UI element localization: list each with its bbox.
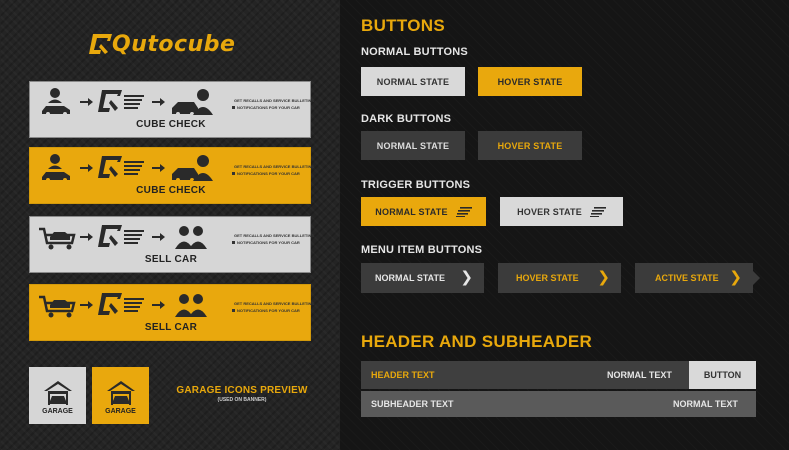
card-notes: GET RECALLS AND SERVICE BULLETINS NOTIFI… [232, 97, 315, 111]
sell-car-flow-icon [39, 225, 207, 250]
trigger-button-label: NORMAL STATE [375, 206, 448, 217]
trigger-button-label: HOVER STATE [517, 206, 582, 217]
trigger-button-normal-state[interactable]: NORMAL STATE [361, 197, 486, 226]
subheader-text: SUBHEADER TEXT [371, 399, 454, 409]
header-row: HEADER TEXT NORMAL TEXT BUTTON [361, 361, 756, 389]
dark-button-hover-state[interactable]: HOVER STATE [478, 131, 582, 160]
garage-preview-subheading: (USED ON BANNER) [217, 397, 267, 403]
menu-item-label: ACTIVE STATE [655, 273, 719, 283]
normal-button-normal-state[interactable]: NORMAL STATE [361, 67, 465, 96]
trigger-buttons-heading: TRIGGER BUTTONS [361, 179, 471, 191]
garage-icon-label: GARAGE [42, 408, 73, 415]
card-note: GET RECALLS AND SERVICE BULLETINS [234, 233, 315, 238]
normal-buttons-heading: NORMAL BUTTONS [361, 46, 468, 58]
menu-item-buttons-heading: MENU ITEM BUTTONS [361, 244, 483, 256]
dark-button-normal-state[interactable]: NORMAL STATE [361, 131, 465, 160]
left-panel: Qutocube GET RECALLS AND SERVICE BULLETI… [0, 0, 340, 450]
cube-check-card-orange[interactable]: GET RECALLS AND SERVICE BULLETINS NOTIFI… [29, 147, 315, 204]
menu-item-label: HOVER STATE [516, 273, 579, 283]
card-notes: GET RECALLS AND SERVICE BULLETINS NOTIFI… [232, 232, 315, 246]
logo-wordmark: Qutocube [112, 31, 236, 57]
header-text: HEADER TEXT [371, 370, 435, 380]
card-note: GET RECALLS AND SERVICE BULLETINS [234, 164, 315, 169]
garage-icon-label: GARAGE [105, 408, 136, 415]
card-label: SELL CAR [144, 254, 198, 265]
card-label: CUBE CHECK [136, 185, 206, 196]
card-label: SELL CAR [144, 322, 198, 333]
cube-check-flow-icon [42, 88, 213, 116]
chevron-right-icon: ❯ [729, 268, 742, 286]
autocube-logo: Qutocube [88, 30, 235, 58]
card-label: CUBE CHECK [136, 119, 206, 130]
speed-lines-icon [589, 206, 606, 217]
garage-icon-gray[interactable]: GARAGE [29, 367, 86, 424]
card-note: NOTIFICATIONS FOR YOUR CAR [232, 104, 308, 111]
cube-check-card-gray[interactable]: GET RECALLS AND SERVICE BULLETINS NOTIFI… [29, 81, 315, 138]
header-normal-text: NORMAL TEXT [607, 370, 672, 380]
card-note: GET RECALLS AND SERVICE BULLETINS [234, 98, 315, 103]
card-note: GET RECALLS AND SERVICE BULLETINS [234, 301, 315, 306]
card-notes: GET RECALLS AND SERVICE BULLETINS NOTIFI… [232, 300, 315, 314]
menu-item-normal-state[interactable]: NORMAL STATE ❯ [361, 263, 484, 293]
garage-icon [43, 381, 72, 405]
header-subheader-heading: HEADER AND SUBHEADER [361, 332, 593, 351]
sell-car-flow-icon [39, 293, 207, 318]
chevron-right-icon: ❯ [460, 268, 473, 286]
menu-item-label: NORMAL STATE [375, 273, 445, 283]
normal-button-hover-state[interactable]: HOVER STATE [478, 67, 582, 96]
cube-check-flow-icon [42, 154, 213, 182]
sell-car-card-orange[interactable]: GET RECALLS AND SERVICE BULLETINS NOTIFI… [29, 284, 315, 341]
subheader-normal-text: NORMAL TEXT [673, 399, 738, 409]
trigger-button-hover-state[interactable]: HOVER STATE [500, 197, 623, 226]
dark-buttons-heading: DARK BUTTONS [361, 113, 452, 125]
menu-item-active-state[interactable]: ACTIVE STATE ❯ [635, 263, 760, 293]
garage-preview-heading: GARAGE ICONS PREVIEW [176, 385, 308, 396]
card-note: NOTIFICATIONS FOR YOUR CAR [232, 170, 308, 177]
garage-preview-title: GARAGE ICONS PREVIEW (USED ON BANNER) [166, 385, 318, 403]
card-note: NOTIFICATIONS FOR YOUR CAR [232, 239, 308, 246]
sell-car-card-gray[interactable]: GET RECALLS AND SERVICE BULLETINS NOTIFI… [29, 216, 315, 273]
card-notes: GET RECALLS AND SERVICE BULLETINS NOTIFI… [232, 163, 315, 177]
garage-icon [106, 381, 135, 405]
subheader-row: SUBHEADER TEXT NORMAL TEXT [361, 391, 756, 417]
menu-item-hover-state[interactable]: HOVER STATE ❯ [498, 263, 621, 293]
card-note: NOTIFICATIONS FOR YOUR CAR [232, 307, 308, 314]
speed-lines-icon [455, 206, 472, 217]
header-button[interactable]: BUTTON [689, 361, 756, 389]
logo-mark-icon [89, 34, 112, 54]
buttons-heading: BUTTONS [361, 16, 445, 35]
garage-icon-orange[interactable]: GARAGE [92, 367, 149, 424]
chevron-right-icon: ❯ [597, 268, 610, 286]
